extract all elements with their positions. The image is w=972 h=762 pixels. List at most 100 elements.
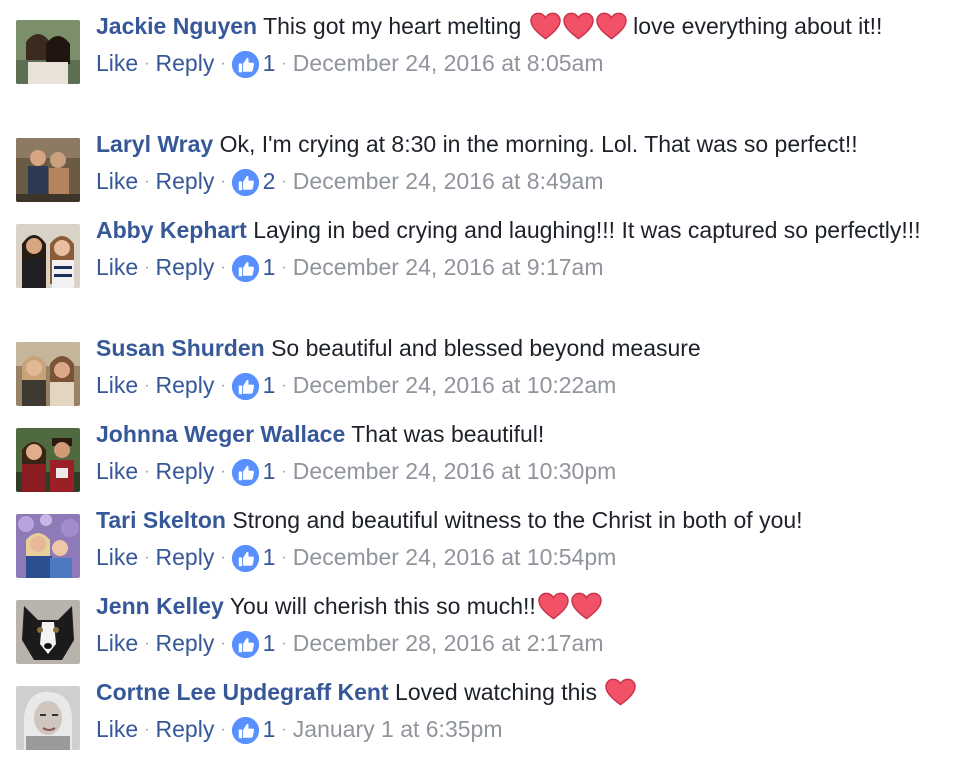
avatar[interactable] bbox=[16, 514, 80, 578]
reply-link[interactable]: Reply bbox=[156, 254, 215, 280]
comment-timestamp[interactable]: December 24, 2016 at 10:22am bbox=[293, 372, 616, 398]
like-count-value: 1 bbox=[262, 716, 276, 742]
separator: · bbox=[220, 173, 226, 190]
reply-link[interactable]: Reply bbox=[156, 168, 215, 194]
like-link[interactable]: Like bbox=[96, 50, 138, 76]
heart-emoji-icon bbox=[529, 12, 561, 40]
like-link[interactable]: Like bbox=[96, 372, 138, 398]
comment-actions: Like · Reply · 1 · December 24, 2016 at 10:54p… bbox=[96, 542, 956, 573]
comment-author[interactable]: Susan Shurden bbox=[96, 335, 265, 361]
comment-body: Tari Skelton Strong and beautiful witnes… bbox=[96, 504, 956, 573]
comment-actions: Like · Reply · 1 · December 24, 2016 at 10:22a… bbox=[96, 370, 956, 401]
avatar[interactable] bbox=[16, 428, 80, 492]
comment-timestamp[interactable]: December 24, 2016 at 9:17am bbox=[293, 254, 604, 280]
separator: · bbox=[144, 377, 150, 394]
separator: · bbox=[220, 463, 226, 480]
comment-author[interactable]: Jackie Nguyen bbox=[96, 13, 257, 39]
like-count[interactable]: 1 bbox=[231, 252, 276, 282]
comment-text: Ok, I'm crying at 8:30 in the morning. L… bbox=[219, 131, 858, 157]
avatar[interactable] bbox=[16, 600, 80, 664]
separator: · bbox=[144, 173, 150, 190]
comment-author[interactable]: Laryl Wray bbox=[96, 131, 213, 157]
avatar[interactable] bbox=[16, 20, 80, 84]
like-count[interactable]: 1 bbox=[231, 48, 275, 78]
separator: · bbox=[144, 55, 150, 72]
separator: · bbox=[220, 635, 226, 652]
separator: · bbox=[281, 549, 287, 566]
separator: · bbox=[281, 377, 287, 394]
reply-link[interactable]: Reply bbox=[156, 630, 215, 656]
like-count[interactable]: 1 bbox=[231, 456, 276, 486]
comment-list: Jackie Nguyen This got my heart melting … bbox=[0, 0, 972, 762]
separator: · bbox=[281, 55, 287, 72]
reply-link[interactable]: Reply bbox=[156, 716, 215, 742]
like-count-value: 1 bbox=[262, 372, 276, 398]
like-link[interactable]: Like bbox=[96, 716, 138, 742]
avatar[interactable] bbox=[16, 342, 80, 406]
comment-body: Susan Shurden So beautiful and blessed b… bbox=[96, 332, 956, 401]
comment-author[interactable]: Jenn Kelley bbox=[96, 593, 224, 619]
comment-text: You will cherish this so much!! bbox=[229, 593, 536, 619]
separator: · bbox=[144, 259, 150, 276]
comment-actions: Like · Reply · 1 · December 28, 2016 at 2:17am bbox=[96, 628, 956, 659]
avatar[interactable] bbox=[16, 224, 80, 288]
like-count-value: 1 bbox=[262, 630, 276, 656]
like-link[interactable]: Like bbox=[96, 544, 138, 570]
comment-body: Abby Kephart Laying in bed crying and la… bbox=[96, 214, 956, 283]
comment-text: Laying in bed crying and laughing!!! It … bbox=[253, 217, 921, 243]
separator: · bbox=[281, 463, 287, 480]
reply-link[interactable]: Reply bbox=[156, 50, 215, 76]
avatar[interactable] bbox=[16, 138, 80, 202]
like-link[interactable]: Like bbox=[96, 458, 138, 484]
like-link[interactable]: Like bbox=[96, 254, 138, 280]
reply-link[interactable]: Reply bbox=[156, 544, 215, 570]
like-count[interactable]: 1 bbox=[231, 628, 276, 658]
comment-text-continued: love everything about it!! bbox=[633, 13, 883, 39]
thumbs-up-icon bbox=[231, 372, 259, 400]
comment-body: Jackie Nguyen This got my heart melting … bbox=[96, 10, 956, 79]
heart-emoji-icon bbox=[605, 678, 637, 706]
reply-link[interactable]: Reply bbox=[156, 372, 215, 398]
thumbs-up-icon bbox=[231, 544, 259, 572]
comment-timestamp[interactable]: December 24, 2016 at 8:49am bbox=[293, 168, 604, 194]
comment-author[interactable]: Johnna Weger Wallace bbox=[96, 421, 345, 447]
comment-author[interactable]: Abby Kephart bbox=[96, 217, 247, 243]
like-count[interactable]: 1 bbox=[231, 370, 276, 400]
separator: · bbox=[281, 173, 287, 190]
separator: · bbox=[144, 463, 150, 480]
comment-body: Johnna Weger Wallace That was beautiful!… bbox=[96, 418, 956, 487]
separator: · bbox=[144, 635, 150, 652]
thumbs-up-icon bbox=[231, 254, 259, 282]
comment-author[interactable]: Tari Skelton bbox=[96, 507, 226, 533]
like-count[interactable]: 1 bbox=[231, 542, 276, 572]
comment-text: Strong and beautiful witness to the Chri… bbox=[232, 507, 803, 533]
comment-timestamp[interactable]: January 1 at 6:35pm bbox=[293, 716, 503, 742]
like-count-value: 1 bbox=[262, 544, 276, 570]
separator: · bbox=[281, 721, 287, 738]
thumbs-up-icon bbox=[231, 458, 259, 486]
like-count[interactable]: 1 bbox=[231, 714, 276, 744]
thumbs-up-icon bbox=[231, 168, 259, 196]
like-count-value: 2 bbox=[262, 168, 276, 194]
comment-timestamp[interactable]: December 24, 2016 at 8:05am bbox=[293, 50, 604, 76]
comment-author[interactable]: Cortne Lee Updegraff Kent bbox=[96, 679, 389, 705]
comment-body: Cortne Lee Updegraff Kent Loved watching… bbox=[96, 676, 956, 745]
thumbs-up-icon bbox=[231, 50, 259, 78]
separator: · bbox=[281, 635, 287, 652]
comment-actions: Like · Reply · 1 · December 24, 2016 at 9:17am bbox=[96, 252, 956, 283]
like-count-value: 1 bbox=[262, 458, 276, 484]
comment-timestamp[interactable]: December 28, 2016 at 2:17am bbox=[293, 630, 604, 656]
avatar[interactable] bbox=[16, 686, 80, 750]
like-count[interactable]: 2 bbox=[231, 166, 276, 196]
comment-actions: Like · Reply · 1 · December 24, 2016 at 10:30p… bbox=[96, 456, 956, 487]
thumbs-up-icon bbox=[231, 630, 259, 658]
like-link[interactable]: Like bbox=[96, 168, 138, 194]
heart-emoji-icon bbox=[595, 12, 627, 40]
reply-link[interactable]: Reply bbox=[156, 458, 215, 484]
separator: · bbox=[220, 259, 226, 276]
like-count-value: 1 bbox=[262, 254, 276, 280]
separator: · bbox=[144, 549, 150, 566]
comment-timestamp[interactable]: December 24, 2016 at 10:54pm bbox=[293, 544, 616, 570]
comment-timestamp[interactable]: December 24, 2016 at 10:30pm bbox=[293, 458, 616, 484]
like-link[interactable]: Like bbox=[96, 630, 138, 656]
